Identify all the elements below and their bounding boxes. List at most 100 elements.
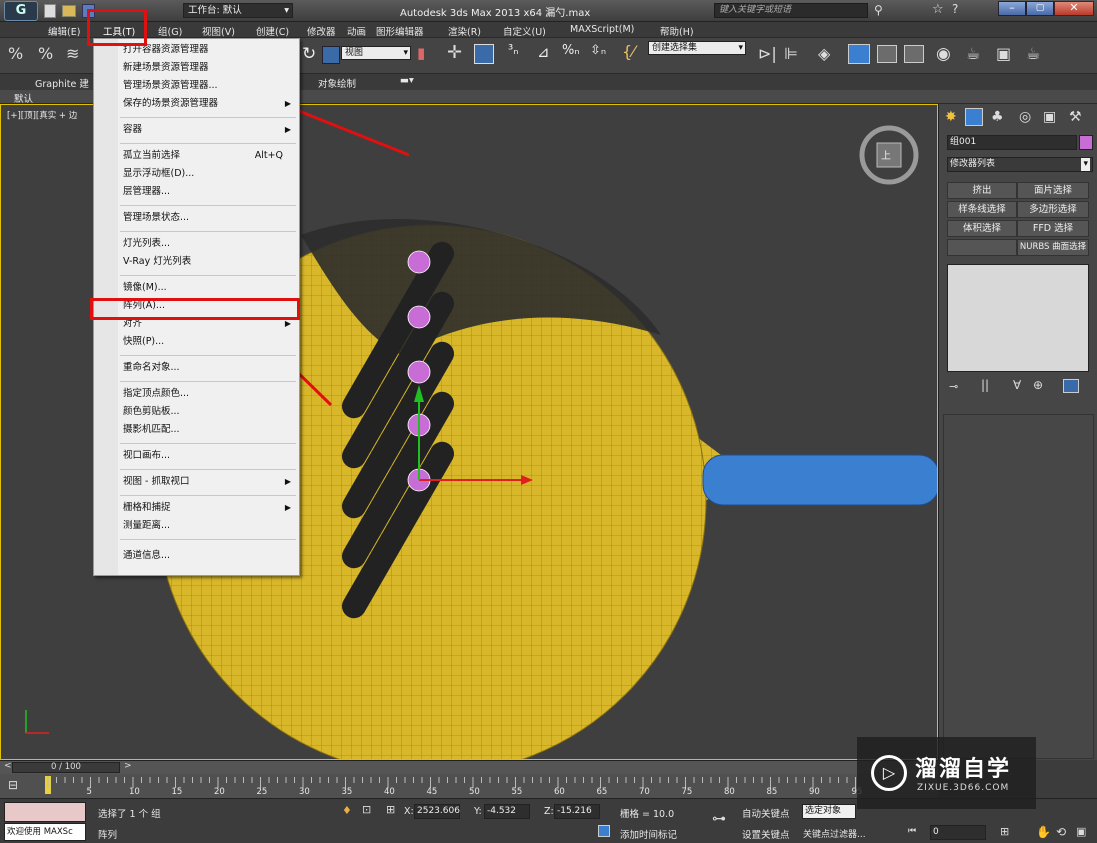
menu-item-snapshot[interactable]: 快照(P)...	[94, 333, 299, 351]
menu-edit[interactable]: 编辑(E)	[48, 24, 80, 38]
prev-frame-button[interactable]: <	[4, 761, 12, 771]
ribbon-options-icon[interactable]: ▬▾	[400, 75, 414, 86]
layer-manager-icon[interactable]: ◈	[818, 44, 830, 63]
bind-spacewarp-icon[interactable]: ≋	[66, 44, 79, 63]
maxscript-listener-box[interactable]	[4, 802, 86, 822]
menu-item-new-scene-explorer[interactable]: 新建场景资源管理器	[94, 59, 299, 77]
help-icon[interactable]: ?	[952, 2, 958, 16]
menu-item-light-lister[interactable]: 灯光列表...	[94, 235, 299, 253]
menu-maxscript[interactable]: MAXScript(M)	[570, 24, 634, 35]
schematic-view-icon[interactable]	[904, 45, 924, 63]
time-slider[interactable]: < 0 / 100 >	[0, 760, 938, 774]
menu-item-saved-scene-explorers[interactable]: 保存的场景资源管理器 ▶	[94, 95, 299, 113]
maximize-button[interactable]: ▢	[1026, 1, 1054, 16]
menu-item-containers[interactable]: 容器 ▶	[94, 121, 299, 139]
menu-item-viewport-canvas[interactable]: 视口画布...	[94, 447, 299, 465]
mirror-icon[interactable]: ⊳|	[758, 44, 777, 63]
modifier-stack[interactable]	[947, 264, 1089, 372]
current-frame-field[interactable]: 0	[930, 825, 986, 840]
y-coord-field[interactable]: -4.532	[484, 804, 530, 819]
angle-snap-icon[interactable]: ⊿	[537, 43, 550, 61]
object-name-field[interactable]: 组001	[947, 135, 1077, 150]
reference-coord-icon[interactable]	[322, 46, 340, 64]
ffd-select-button[interactable]: FFD 选择	[1017, 220, 1089, 237]
time-slider-thumb[interactable]: 0 / 100	[12, 762, 120, 773]
key-filters-button[interactable]: 关键点过滤器...	[803, 827, 866, 840]
viewport-label[interactable]: [+][顶][真实 + 边	[7, 109, 77, 121]
menu-item-display-floater[interactable]: 显示浮动框(D)...	[94, 165, 299, 183]
time-tag-icon[interactable]	[598, 825, 610, 837]
view-cube-label[interactable]: 上	[881, 147, 891, 162]
z-coord-field[interactable]: -15.216	[554, 804, 600, 819]
link-icon[interactable]: %	[8, 44, 23, 63]
hierarchy-tab-icon[interactable]: ♣	[991, 109, 1004, 125]
maxscript-mini-listener[interactable]: 欢迎使用 MAXSc	[4, 823, 86, 841]
track-bar[interactable]: ⊟ 5101520253035404550556065707580859095	[0, 774, 938, 798]
menu-item-isolate-selection[interactable]: 孤立当前选择 Alt+Q	[94, 147, 299, 165]
menu-help[interactable]: 帮助(H)	[660, 24, 694, 38]
view-dropdown[interactable]: 视图 ▾	[341, 46, 411, 60]
select-manipulate-icon[interactable]: ✛	[447, 42, 462, 63]
extrude-button[interactable]: 挤出	[947, 182, 1017, 199]
configure-sets-icon[interactable]	[1063, 379, 1079, 393]
pin-stack-icon[interactable]: ⊸	[949, 380, 958, 393]
menu-item-channel-info[interactable]: 通道信息...	[94, 547, 299, 565]
maximize-viewport-icon[interactable]: ▣	[1076, 825, 1086, 838]
pivot-icon[interactable]: ▮	[417, 44, 425, 62]
selected-object-dropdown[interactable]: 选定对象	[802, 804, 856, 819]
absolute-mode-icon[interactable]: ⊞	[386, 803, 395, 816]
menu-item-vray-light-lister[interactable]: V-Ray 灯光列表	[94, 253, 299, 271]
search-input[interactable]: 键入关键字或短语	[714, 3, 868, 18]
object-paint-tab[interactable]: 对象绘制	[318, 76, 356, 90]
make-unique-icon[interactable]: ∀	[1013, 378, 1021, 392]
create-tab-icon[interactable]: ✸	[945, 109, 957, 125]
orbit-icon[interactable]: ⟲	[1056, 825, 1066, 839]
show-end-result-icon[interactable]: ||	[981, 378, 989, 392]
menu-item-manage-scene-explorer[interactable]: 管理场景资源管理器...	[94, 77, 299, 95]
new-file-icon[interactable]	[44, 4, 56, 18]
display-tab-icon[interactable]: ▣	[1043, 109, 1056, 125]
menu-item-assign-vertex-colors[interactable]: 指定顶点颜色...	[94, 385, 299, 403]
key-icon[interactable]: ⊶	[712, 811, 726, 827]
menu-item-measure-distance[interactable]: 测量距离...	[94, 517, 299, 535]
menu-graph-editors[interactable]: 图形编辑器	[376, 24, 424, 38]
menu-item-grids-and-snaps[interactable]: 栅格和捕捉 ▶	[94, 499, 299, 517]
menu-animation[interactable]: 动画	[347, 24, 366, 38]
menu-item-grab-viewport[interactable]: 视图 - 抓取视口 ▶	[94, 473, 299, 491]
minimize-button[interactable]: –	[998, 1, 1026, 16]
selection-lock-icon[interactable]: ⊡	[362, 803, 371, 816]
align-icon[interactable]: ⊫	[784, 44, 798, 63]
utilities-tab-icon[interactable]: ⚒	[1069, 109, 1082, 125]
open-file-icon[interactable]	[62, 5, 76, 17]
menu-item-color-clipboard[interactable]: 颜色剪贴板...	[94, 403, 299, 421]
next-frame-button[interactable]: >	[124, 761, 132, 771]
curve-editor-icon[interactable]	[877, 45, 897, 63]
zoom-extents-icon[interactable]: ⊞	[1000, 825, 1009, 838]
menu-item-camera-match[interactable]: 摄影机匹配...	[94, 421, 299, 439]
snap-3d-icon[interactable]: ³ₙ	[508, 43, 518, 58]
rotate-icon[interactable]: ↻	[302, 44, 316, 64]
close-button[interactable]: ✕	[1054, 1, 1094, 16]
add-time-tag-label[interactable]: 添加时间标记	[620, 827, 677, 841]
material-editor-icon[interactable]: ◉	[936, 44, 951, 64]
x-coord-field[interactable]: 2523.606	[414, 804, 460, 819]
menu-modifiers[interactable]: 修改器	[307, 24, 336, 38]
nurbs-surface-select-button[interactable]: NURBS 曲面选择	[1017, 239, 1089, 256]
modifier-list-dropdown[interactable]: 修改器列表 ▾	[947, 157, 1093, 172]
mini-curve-editor-icon[interactable]: ⊟	[8, 778, 18, 792]
star-icon[interactable]: ☆	[932, 2, 944, 17]
menu-create[interactable]: 创建(C)	[256, 24, 289, 38]
remove-modifier-icon[interactable]: ⊕	[1033, 378, 1043, 392]
binoculars-icon[interactable]: ⚲	[874, 3, 883, 17]
menu-views[interactable]: 视图(V)	[202, 24, 235, 38]
object-color-swatch[interactable]	[1079, 135, 1093, 150]
menu-item-mirror[interactable]: 镜像(M)...	[94, 279, 299, 297]
menu-group[interactable]: 组(G)	[158, 24, 182, 38]
menu-item-manage-scene-states[interactable]: 管理场景状态...	[94, 209, 299, 227]
menu-item-rename-objects[interactable]: 重命名对象...	[94, 359, 299, 377]
spinner-snap-icon[interactable]: ⇳ₙ	[590, 43, 606, 58]
selection-set-dropdown[interactable]: 创建选择集 ▾	[648, 41, 746, 55]
app-logo-icon[interactable]: G	[4, 1, 38, 21]
go-to-start-icon[interactable]: ⏮	[908, 826, 916, 836]
patch-select-button[interactable]: 面片选择	[1017, 182, 1089, 199]
